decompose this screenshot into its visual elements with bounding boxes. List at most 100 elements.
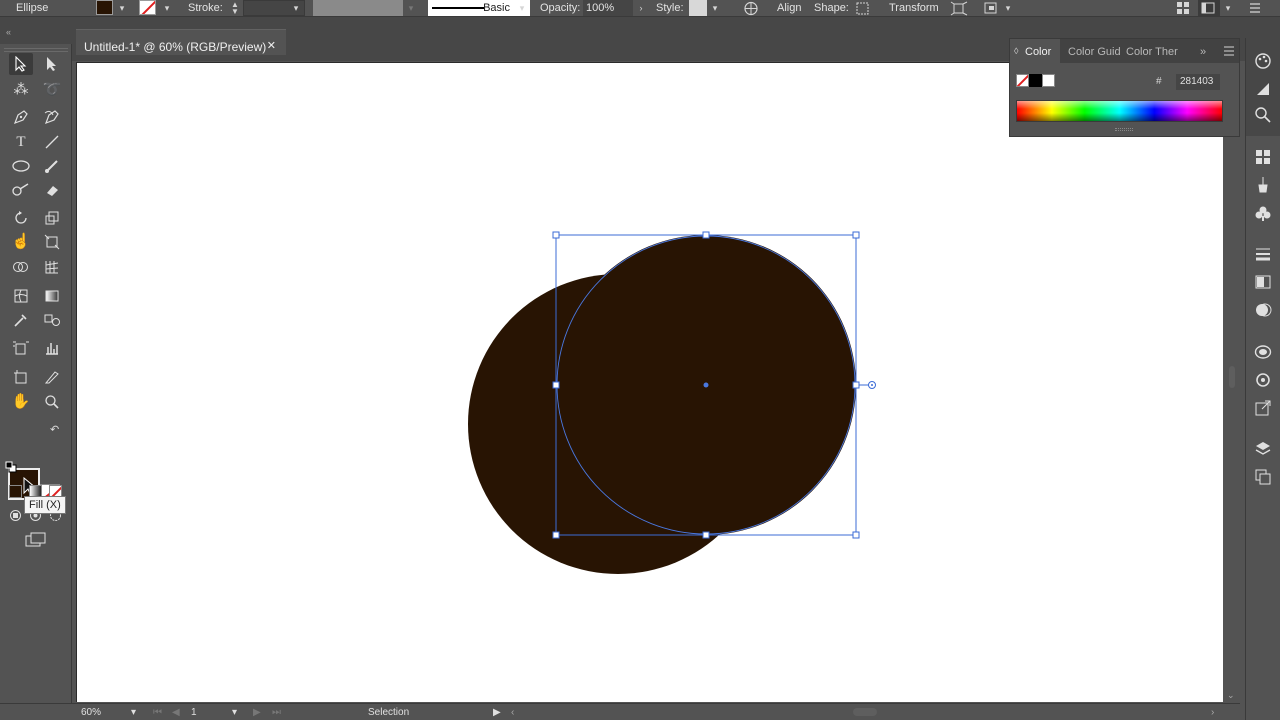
swatches-icon[interactable] xyxy=(1254,148,1272,166)
toolbar-grip[interactable] xyxy=(4,48,68,52)
type-tool[interactable]: T xyxy=(9,131,33,153)
curvature-tool[interactable] xyxy=(40,106,64,128)
artboard[interactable] xyxy=(76,62,1223,702)
magic-wand-tool[interactable]: ⁂ xyxy=(9,79,33,101)
workspace-switcher[interactable] xyxy=(1198,0,1220,16)
scroll-down-icon[interactable]: ⌄ xyxy=(1227,690,1235,701)
default-fill-stroke-icon[interactable] xyxy=(5,461,18,474)
vertical-scroll-thumb[interactable] xyxy=(1229,366,1235,388)
shape-builder-tool[interactable] xyxy=(9,256,33,278)
collapse-toolbar-icon[interactable]: « xyxy=(6,27,11,37)
panel-collapse-icon[interactable]: ◊ xyxy=(1014,46,1018,56)
shape-link[interactable]: Shape: xyxy=(814,2,849,14)
stroke-dropdown-icon[interactable]: ▾ xyxy=(162,1,172,15)
close-document-icon[interactable]: ✕ xyxy=(267,39,276,52)
free-transform-tool[interactable] xyxy=(40,231,64,253)
style-dropdown-icon[interactable]: ▾ xyxy=(710,1,720,15)
transform-each-icon[interactable] xyxy=(950,1,968,16)
scroll-left-icon[interactable]: ‹ xyxy=(511,707,514,718)
mesh-tool[interactable] xyxy=(9,285,33,307)
paintbrush-tool[interactable] xyxy=(40,155,64,177)
column-graph-tool[interactable] xyxy=(40,337,64,359)
color-palette-icon[interactable] xyxy=(1254,52,1272,70)
opacity-arrow-icon[interactable]: › xyxy=(636,1,646,15)
workspace-dropdown-icon[interactable]: ▾ xyxy=(1223,1,1233,15)
fill-dropdown-icon[interactable]: ▾ xyxy=(117,1,127,15)
transparency-icon[interactable] xyxy=(1254,301,1272,319)
appearance-icon[interactable] xyxy=(1254,343,1272,361)
brush-definition[interactable]: Basic xyxy=(428,0,530,16)
align-link[interactable]: Align xyxy=(777,2,801,14)
tab-color[interactable]: Color xyxy=(1025,46,1051,58)
handle-middle-left[interactable] xyxy=(552,381,560,389)
handle-top-left[interactable] xyxy=(552,231,560,239)
isolate-object-icon[interactable] xyxy=(983,1,999,16)
eyedropper-tool[interactable] xyxy=(9,309,33,331)
pen-tool[interactable] xyxy=(9,106,33,128)
handle-bottom-right[interactable] xyxy=(852,531,860,539)
stroke-panel-icon[interactable] xyxy=(1254,245,1272,263)
panel-resize-grip[interactable] xyxy=(1115,128,1133,131)
none-color-swatch[interactable] xyxy=(1016,74,1029,87)
graphic-styles-icon[interactable] xyxy=(1254,371,1272,389)
rotate-tool[interactable] xyxy=(9,207,33,229)
change-screen-mode-icon[interactable] xyxy=(25,532,47,548)
artboard-number[interactable]: 1 xyxy=(191,707,197,718)
isolate-dropdown-icon[interactable]: ▾ xyxy=(1003,1,1013,15)
artboard-dropdown-icon[interactable]: ▾ xyxy=(232,707,237,718)
hex-color-field[interactable]: 281403 xyxy=(1176,74,1220,90)
handle-top-right[interactable] xyxy=(852,231,860,239)
brushes-icon[interactable] xyxy=(1254,176,1272,194)
handle-bottom-left[interactable] xyxy=(552,531,560,539)
artwork-canvas[interactable] xyxy=(77,63,1224,703)
scale-tool[interactable] xyxy=(40,207,64,229)
gradient-panel-icon[interactable] xyxy=(1254,273,1272,291)
shaper-tool[interactable] xyxy=(9,179,33,201)
swap-fill-stroke-icon[interactable]: ↶ xyxy=(50,423,59,436)
black-swatch[interactable] xyxy=(1029,74,1042,87)
graphic-style-swatch[interactable] xyxy=(689,0,707,16)
status-text[interactable]: Selection xyxy=(368,707,409,718)
more-tabs-icon[interactable]: » xyxy=(1200,46,1206,58)
layers-icon[interactable] xyxy=(1254,440,1272,458)
stroke-weight-dropdown-icon[interactable]: ▾ xyxy=(291,1,301,15)
arrange-documents-icon[interactable] xyxy=(1176,1,1190,15)
recolor-artwork-icon[interactable] xyxy=(743,1,759,16)
handle-middle-right[interactable] xyxy=(852,381,860,389)
direct-selection-tool[interactable] xyxy=(40,53,64,75)
variable-width-profile[interactable] xyxy=(313,0,403,16)
zoom-tool[interactable] xyxy=(40,391,64,413)
opacity-field[interactable]: 100% xyxy=(583,0,633,16)
panel-menu-icon[interactable] xyxy=(1249,2,1261,14)
color-themes-icon[interactable] xyxy=(1254,106,1272,124)
draw-normal-icon[interactable] xyxy=(9,509,22,522)
handle-bottom-middle[interactable] xyxy=(702,531,710,539)
ellipse-tool[interactable] xyxy=(9,155,33,177)
export-icon[interactable] xyxy=(1254,399,1272,417)
warp-tool[interactable]: ☝ xyxy=(9,231,33,253)
symbol-sprayer-tool[interactable] xyxy=(9,337,33,359)
hand-tool[interactable]: ✋ xyxy=(9,391,33,413)
zoom-dropdown-icon[interactable]: ▾ xyxy=(131,707,136,718)
zoom-level[interactable]: 60% xyxy=(81,707,101,718)
symbols-icon[interactable] xyxy=(1254,204,1272,222)
color-spectrum[interactable] xyxy=(1016,100,1223,122)
tab-color-themes[interactable]: Color Ther xyxy=(1126,46,1178,58)
white-swatch[interactable] xyxy=(1042,74,1055,87)
shape-properties-icon[interactable] xyxy=(855,1,871,16)
fill-swatch[interactable] xyxy=(96,0,113,15)
slice-tool[interactable] xyxy=(40,366,64,388)
artboard-tool[interactable] xyxy=(9,366,33,388)
eraser-tool[interactable] xyxy=(40,179,64,201)
status-menu-icon[interactable]: ▶ xyxy=(493,707,501,718)
vertical-scrollbar[interactable]: ⌄ xyxy=(1224,61,1240,703)
color-panel-menu-icon[interactable] xyxy=(1223,46,1235,56)
artboards-panel-icon[interactable] xyxy=(1254,468,1272,486)
gradient-tool[interactable] xyxy=(40,285,64,307)
blend-tool[interactable] xyxy=(40,309,64,331)
color-guide-icon[interactable] xyxy=(1254,80,1272,98)
perspective-grid-tool[interactable] xyxy=(40,256,64,278)
transform-link[interactable]: Transform xyxy=(889,2,939,14)
lasso-tool[interactable]: ➰ xyxy=(40,79,64,101)
scroll-right-icon[interactable]: › xyxy=(1211,707,1214,718)
